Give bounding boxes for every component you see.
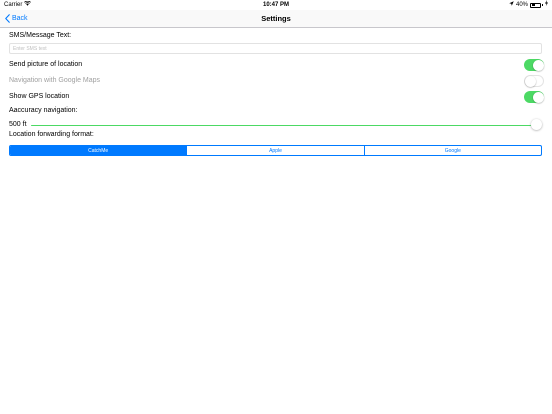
- toggle-knob: [532, 91, 544, 103]
- format-label: Location forwarding format:: [9, 131, 94, 138]
- toggle-knob: [532, 59, 544, 71]
- status-right: 40%: [509, 0, 548, 10]
- status-time: 10:47 PM: [262, 2, 289, 8]
- accuracy-slider-track[interactable]: [31, 124, 531, 126]
- toggle-knob: [525, 76, 536, 87]
- show-gps-toggle[interactable]: [524, 91, 544, 103]
- show-gps-label: Show GPS location: [9, 93, 70, 100]
- segment-catchme[interactable]: CatchMe: [10, 146, 187, 155]
- segment-google[interactable]: Google: [363, 146, 541, 155]
- location-arrow-icon: [509, 0, 514, 10]
- battery-percent: 40%: [515, 2, 528, 8]
- status-bar: Carrier 10:47 PM 40%: [0, 0, 552, 10]
- send-picture-label: Send picture of location: [9, 61, 83, 68]
- status-left: Carrier: [4, 0, 32, 10]
- segment-apple[interactable]: Apple: [186, 146, 363, 155]
- navigation-bar: Back Settings: [0, 10, 552, 28]
- battery-cap: [542, 4, 543, 6]
- charging-bolt-icon: [545, 0, 548, 10]
- send-picture-toggle[interactable]: [524, 59, 544, 71]
- accuracy-value: 500 ft: [9, 121, 27, 128]
- accuracy-slider-thumb[interactable]: [531, 119, 542, 130]
- sms-text-input[interactable]: [9, 43, 542, 54]
- carrier-label: Carrier: [4, 2, 23, 8]
- sms-text-label: SMS/Message Text:: [9, 32, 72, 39]
- google-maps-toggle[interactable]: [524, 75, 544, 87]
- format-segmented-control: CatchMe Apple Google: [9, 145, 542, 156]
- wifi-icon: [24, 0, 32, 10]
- page-title: Settings: [261, 14, 291, 23]
- battery-icon: [530, 2, 541, 8]
- accuracy-label: Aaccuracy navigation:: [9, 107, 78, 114]
- google-maps-label: Navigation with Google Maps: [9, 77, 101, 84]
